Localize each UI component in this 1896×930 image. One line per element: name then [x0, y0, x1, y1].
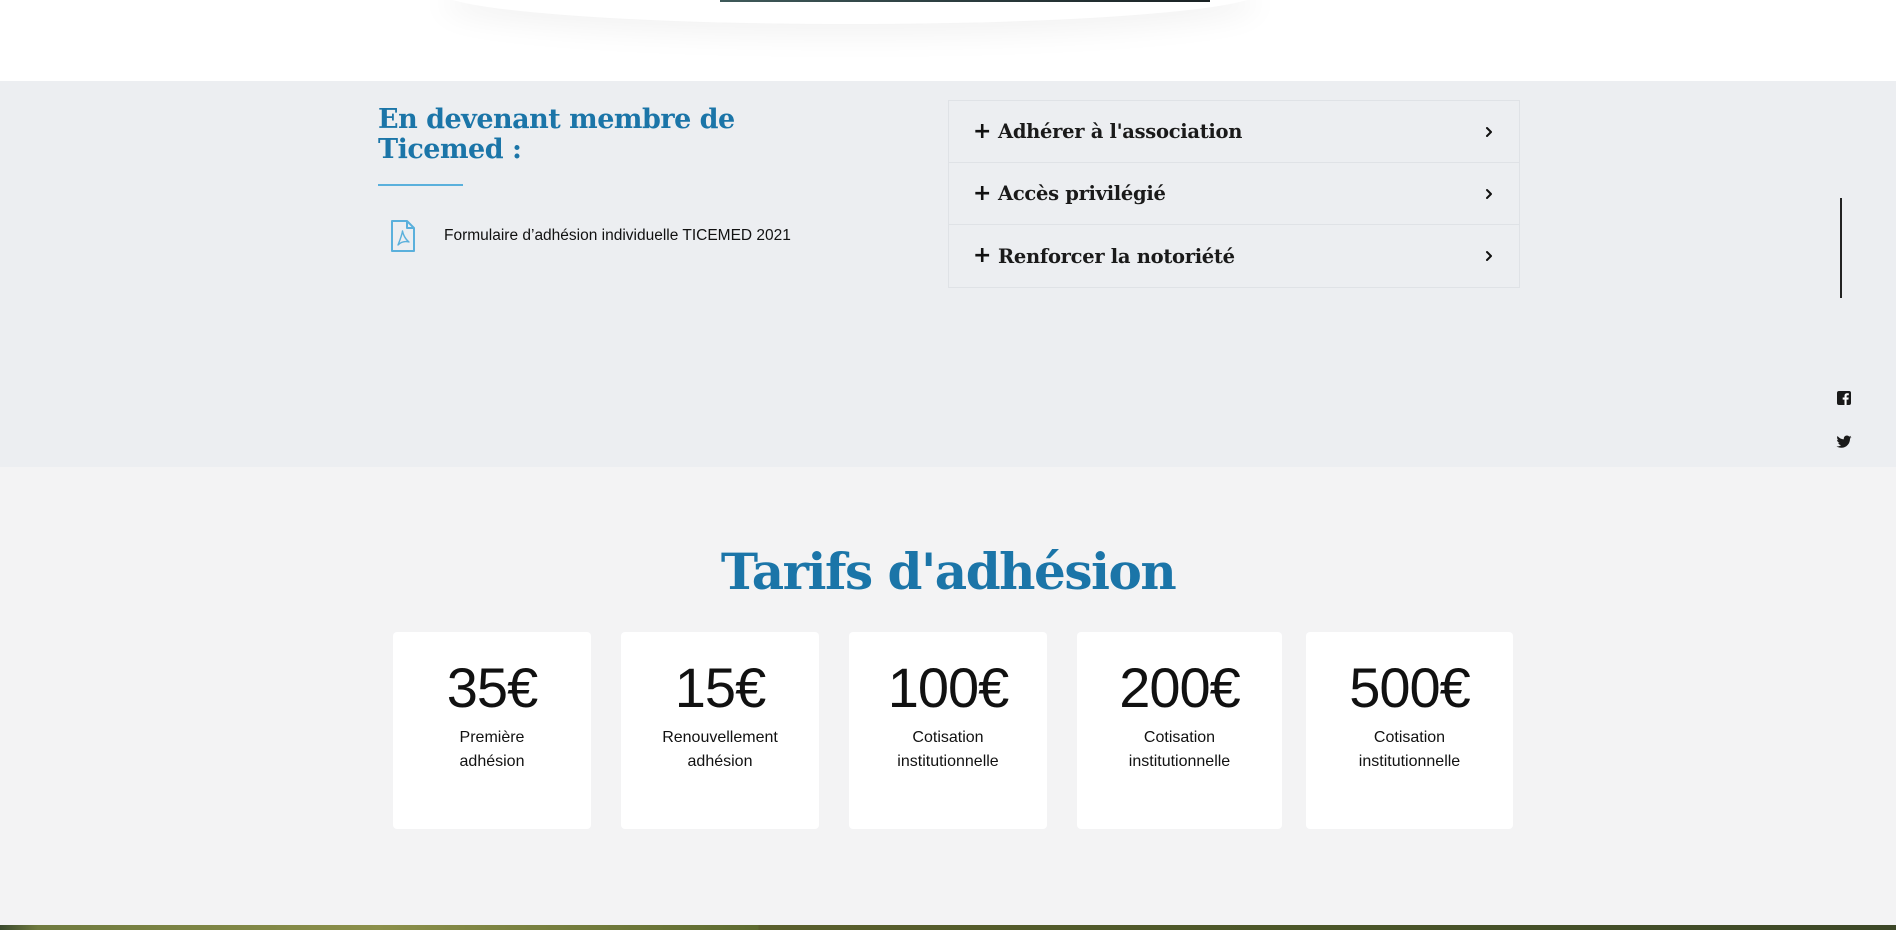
accordion-item-label: Accès privilégié: [998, 182, 1166, 205]
pdf-file-icon: [378, 220, 428, 252]
price-description-line: institutionnelle: [897, 753, 999, 770]
top-banner-area: [0, 0, 1896, 81]
accordion-item-renforcer-notoriete[interactable]: + Renforcer la notoriété: [949, 225, 1519, 287]
price-amount: 35€: [446, 656, 538, 719]
price-description-line: Cotisation: [1143, 729, 1216, 746]
twitter-link[interactable]: [1834, 432, 1854, 452]
pricing-title: Tarifs d'adhésion: [720, 542, 1177, 601]
price-description: Cotisation institutionnelle: [1306, 726, 1513, 774]
membership-title: En devenant membre de Ticemed :: [378, 104, 735, 165]
membership-form-download-link[interactable]: Formulaire d’adhésion individuelle TICEM…: [378, 218, 791, 254]
price-card-premiere-adhesion: 35€ Première adhésion: [393, 632, 591, 829]
membership-form-label: Formulaire d’adhésion individuelle TICEM…: [444, 227, 791, 244]
facebook-link[interactable]: [1834, 388, 1854, 408]
price-description-line: Première: [459, 729, 525, 746]
membership-title-divider: [378, 184, 463, 186]
accordion-item-label: Adhérer à l'association: [998, 120, 1243, 143]
top-image-edge: [720, 0, 1210, 2]
price-description-line: adhésion: [459, 753, 525, 770]
price-card-renouvellement: 15€ Renouvellement adhésion: [621, 632, 819, 829]
price-amount: 200€: [1119, 656, 1241, 719]
price-amount: 15€: [674, 656, 766, 719]
membership-benefits-accordion: + Adhérer à l'association + Accès privil…: [948, 100, 1520, 288]
price-card-cotisation-200: 200€ Cotisation institutionnelle: [1077, 632, 1282, 829]
top-card-shadow: [440, 0, 1260, 24]
price-card-cotisation-500: 500€ Cotisation institutionnelle: [1306, 632, 1513, 829]
price-description: Première adhésion: [393, 726, 591, 774]
price-amount: 500€: [1349, 656, 1471, 719]
price-description-line: Cotisation: [912, 729, 984, 746]
accordion-item-label: Renforcer la notoriété: [998, 244, 1235, 268]
chevron-right-icon: [1483, 249, 1495, 263]
plus-icon: +: [973, 243, 992, 268]
price-description-line: institutionnelle: [1358, 753, 1461, 770]
chevron-right-icon: [1483, 187, 1495, 201]
facebook-icon: [1837, 391, 1851, 405]
scroll-indicator-line: [1840, 198, 1842, 298]
price-description-line: institutionnelle: [1128, 753, 1231, 770]
price-card-cotisation-100: 100€ Cotisation institutionnelle: [849, 632, 1047, 829]
accordion-item-adherer[interactable]: + Adhérer à l'association: [949, 101, 1519, 163]
price-amount: 100€: [887, 656, 1010, 719]
price-description-line: Renouvellement: [662, 729, 778, 746]
bottom-image-edge: [0, 925, 1896, 930]
chevron-right-icon: [1483, 125, 1495, 139]
price-description: Cotisation institutionnelle: [849, 726, 1047, 774]
accordion-item-acces-privilegie[interactable]: + Accès privilégié: [949, 163, 1519, 225]
price-description: Cotisation institutionnelle: [1077, 726, 1282, 774]
price-description-line: adhésion: [687, 753, 753, 770]
plus-icon: +: [973, 180, 992, 206]
price-description: Renouvellement adhésion: [621, 726, 819, 774]
price-description-line: Cotisation: [1373, 729, 1446, 746]
plus-icon: +: [973, 118, 992, 144]
twitter-icon: [1836, 435, 1852, 448]
